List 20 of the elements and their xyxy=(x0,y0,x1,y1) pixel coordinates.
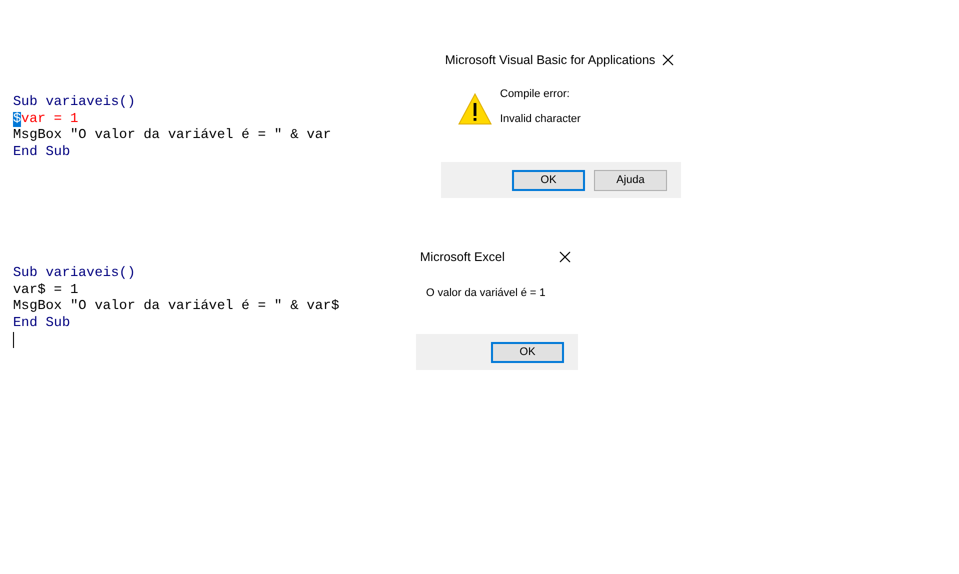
message-text: O valor da variável é = 1 xyxy=(426,287,546,299)
code-text: MsgBox "O valor da variável é = " & var xyxy=(13,128,332,143)
close-icon[interactable] xyxy=(662,54,674,66)
code-text: MsgBox "O valor da variável é = " & var$ xyxy=(13,299,340,314)
ok-button[interactable]: OK xyxy=(491,342,564,362)
code-text: var$ = 1 xyxy=(13,282,78,298)
code-text: var = 1 xyxy=(21,112,78,126)
window-title: Microsoft Visual Basic for Applications xyxy=(445,53,656,67)
code-text: Sub variaveis() xyxy=(13,266,136,281)
code-text: End Sub xyxy=(13,316,70,330)
code-text: Sub variaveis() xyxy=(13,95,136,110)
message-text: Compile error: xyxy=(500,88,571,100)
ok-button[interactable]: OK xyxy=(512,170,585,190)
message-text: Invalid character xyxy=(500,113,581,125)
window-title: Microsoft Excel xyxy=(420,250,505,264)
selected-text: $ xyxy=(13,112,22,126)
close-icon[interactable] xyxy=(559,251,571,263)
code-text: End Sub xyxy=(13,144,70,160)
warning-icon xyxy=(458,93,492,125)
help-button[interactable]: Ajuda xyxy=(594,170,667,190)
